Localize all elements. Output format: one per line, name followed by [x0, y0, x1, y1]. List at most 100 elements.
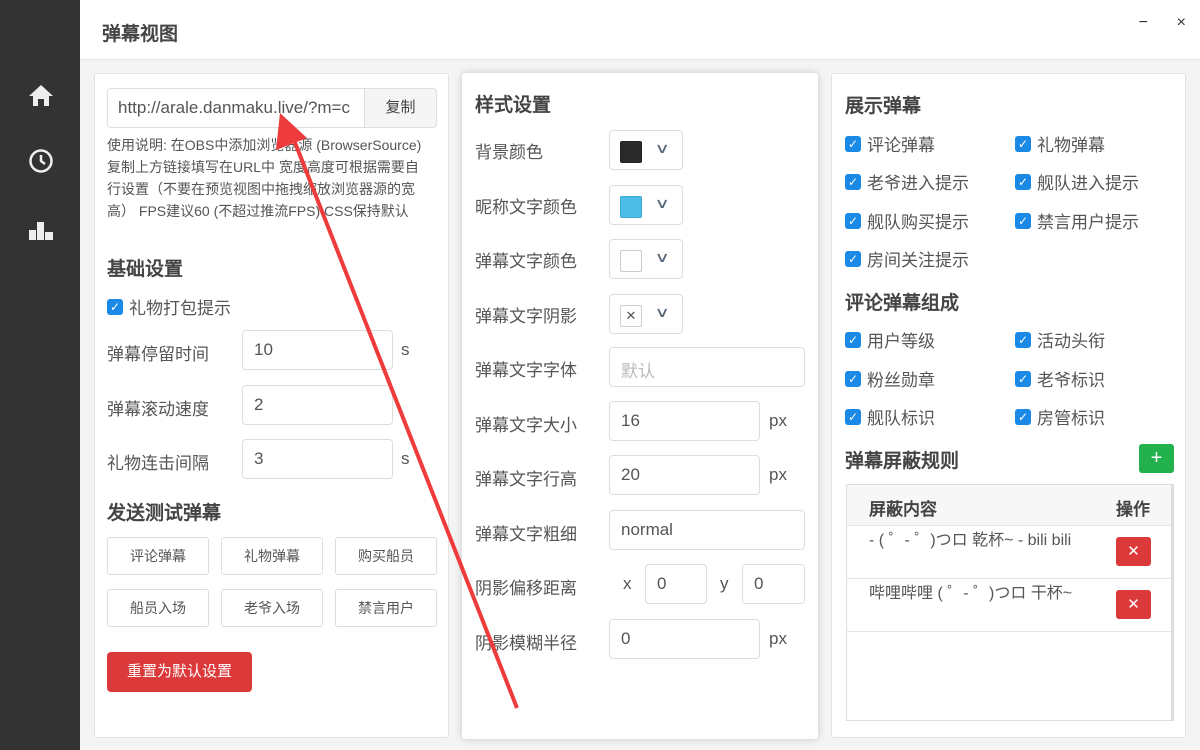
show-checkbox[interactable]: ✓ 舰队购买提示 — [845, 208, 969, 233]
checkbox-label: 禁言用户提示 — [1037, 213, 1139, 232]
checkbox-label: 老爷进入提示 — [867, 174, 969, 193]
stay-time-input[interactable]: 10 — [242, 330, 393, 370]
checkbox-label: 粉丝勋章 — [867, 371, 935, 390]
checkbox-label: 礼物弹幕 — [1037, 136, 1105, 155]
test-comment-button[interactable]: 评论弹幕 — [107, 537, 209, 575]
reset-button[interactable]: 重置为默认设置 — [107, 652, 252, 692]
url-input[interactable]: http://arale.danmaku.live/?m=c — [108, 89, 364, 127]
style-panel: 样式设置 背景颜色 ∨ 昵称文字颜色 ∨ 弹幕文字颜色 ∨ 弹幕文字阴影 ✕ ∨ … — [462, 73, 818, 739]
blur-label: 阴影模糊半径 — [475, 634, 577, 653]
checkbox-icon: ✓ — [845, 173, 861, 190]
font-input[interactable]: 默认 — [609, 347, 805, 387]
title-bar: 弹幕视图 − × — [80, 0, 1200, 60]
checkbox-label: 礼物打包提示 — [129, 299, 231, 318]
compose-checkbox[interactable]: ✓ 房管标识 — [1015, 404, 1105, 429]
weight-input[interactable]: normal — [609, 510, 805, 550]
font-label: 弹幕文字字体 — [475, 361, 577, 380]
checkbox-label: 房间关注提示 — [867, 251, 969, 270]
home-icon[interactable] — [26, 80, 56, 110]
offset-y-input[interactable]: 0 — [742, 564, 805, 604]
compose-checkbox[interactable]: ✓ 老爷标识 — [1015, 366, 1105, 391]
basic-settings-title: 基础设置 — [107, 259, 184, 280]
bar-chart-icon[interactable] — [26, 214, 56, 244]
window-title: 弹幕视图 — [102, 24, 179, 45]
block-rules-table: 屏蔽内容 操作 - ( ゜- ゜)つロ 乾杯~ - bili bili ✕ 哔哩哔… — [846, 484, 1174, 721]
color-swatch — [620, 250, 642, 272]
test-ban-user-button[interactable]: 禁言用户 — [335, 589, 437, 627]
usage-help: 使用说明: 在OBS中添加浏览器源 (BrowserSource) 复制上方链接… — [107, 137, 422, 219]
test-guard-enter-button[interactable]: 船员入场 — [107, 589, 209, 627]
checkbox-icon: ✓ — [845, 331, 861, 348]
blur-input[interactable]: 0 — [609, 619, 760, 659]
show-checkbox[interactable]: ✓ 老爷进入提示 — [845, 169, 969, 194]
gift-pack-checkbox[interactable]: ✓ 礼物打包提示 — [107, 294, 231, 319]
text-color-label: 弹幕文字颜色 — [475, 252, 577, 271]
delete-button[interactable]: ✕ — [1116, 590, 1151, 619]
no-color-icon: ✕ — [620, 305, 642, 327]
clock-icon[interactable] — [26, 146, 56, 176]
scroll-speed-label: 弹幕滚动速度 — [107, 400, 209, 419]
chevron-down-icon: ∨ — [654, 195, 670, 211]
checkbox-label: 房管标识 — [1037, 409, 1105, 428]
bg-color-picker[interactable]: ∨ — [609, 130, 683, 170]
chevron-down-icon: ∨ — [654, 304, 670, 320]
checkbox-icon: ✓ — [845, 135, 861, 152]
checkbox-icon: ✓ — [845, 250, 861, 267]
table-row: 哔哩哔哩 ( ゜- ゜)つロ 干杯~ ✕ — [847, 579, 1171, 632]
comment-compose-title: 评论弹幕组成 — [845, 293, 960, 314]
minimize-button[interactable]: − — [1139, 14, 1148, 32]
checkbox-icon: ✓ — [1015, 173, 1031, 190]
checkbox-label: 活动头衔 — [1037, 332, 1105, 351]
checkbox-icon: ✓ — [1015, 331, 1031, 348]
header-action: 操作 — [1116, 500, 1150, 519]
test-gift-button[interactable]: 礼物弹幕 — [221, 537, 323, 575]
sidebar — [0, 0, 80, 750]
chevron-down-icon: ∨ — [654, 140, 670, 156]
checkbox-icon: ✓ — [1015, 370, 1031, 387]
nick-color-picker[interactable]: ∨ — [609, 185, 683, 225]
chevron-down-icon: ∨ — [654, 249, 670, 265]
close-button[interactable]: × — [1177, 14, 1186, 32]
header-content: 屏蔽内容 — [869, 500, 937, 519]
url-field[interactable]: http://arale.danmaku.live/?m=c 复制 — [107, 88, 437, 128]
line-height-input[interactable]: 20 — [609, 455, 760, 495]
size-unit: px — [769, 411, 787, 430]
scroll-speed-input[interactable]: 2 — [242, 385, 393, 425]
compose-checkbox[interactable]: ✓ 粉丝勋章 — [845, 366, 935, 391]
color-swatch — [620, 141, 642, 163]
checkbox-icon: ✓ — [845, 370, 861, 387]
offset-x-input[interactable]: 0 — [645, 564, 707, 604]
checkbox-label: 老爷标识 — [1037, 371, 1105, 390]
show-checkbox[interactable]: ✓ 礼物弹幕 — [1015, 131, 1105, 156]
checkbox-label: 评论弹幕 — [867, 136, 935, 155]
checkbox-icon: ✓ — [845, 408, 861, 425]
rule-content: - ( ゜- ゜)つロ 乾杯~ - bili bili — [869, 532, 1072, 549]
compose-checkbox[interactable]: ✓ 活动头衔 — [1015, 327, 1105, 352]
delete-button[interactable]: ✕ — [1116, 537, 1151, 566]
compose-checkbox[interactable]: ✓ 用户等级 — [845, 327, 935, 352]
checkbox-label: 舰队进入提示 — [1037, 174, 1139, 193]
copy-button[interactable]: 复制 — [364, 89, 436, 127]
stay-time-unit: s — [401, 340, 410, 359]
checkbox-icon: ✓ — [1015, 408, 1031, 425]
offset-label: 阴影偏移距离 — [475, 579, 577, 598]
shadow-color-picker[interactable]: ✕ ∨ — [609, 294, 683, 334]
block-rules-title: 弹幕屏蔽规则 — [845, 451, 960, 472]
size-input[interactable]: 16 — [609, 401, 760, 441]
test-vip-enter-button[interactable]: 老爷入场 — [221, 589, 323, 627]
show-checkbox[interactable]: ✓ 禁言用户提示 — [1015, 208, 1139, 233]
blur-unit: px — [769, 629, 787, 648]
size-label: 弹幕文字大小 — [475, 416, 577, 435]
x-label: x — [623, 574, 632, 593]
test-buy-guard-button[interactable]: 购买船员 — [335, 537, 437, 575]
show-checkbox[interactable]: ✓ 评论弹幕 — [845, 131, 935, 156]
checkbox-icon: ✓ — [1015, 212, 1031, 229]
add-rule-button[interactable]: + — [1139, 444, 1174, 473]
show-checkbox[interactable]: ✓ 房间关注提示 — [845, 246, 969, 271]
show-checkbox[interactable]: ✓ 舰队进入提示 — [1015, 169, 1139, 194]
text-color-picker[interactable]: ∨ — [609, 239, 683, 279]
combo-interval-input[interactable]: 3 — [242, 439, 393, 479]
compose-checkbox[interactable]: ✓ 舰队标识 — [845, 404, 935, 429]
rule-content: 哔哩哔哩 ( ゜- ゜)つロ 干杯~ — [869, 585, 1073, 602]
weight-label: 弹幕文字粗细 — [475, 525, 577, 544]
